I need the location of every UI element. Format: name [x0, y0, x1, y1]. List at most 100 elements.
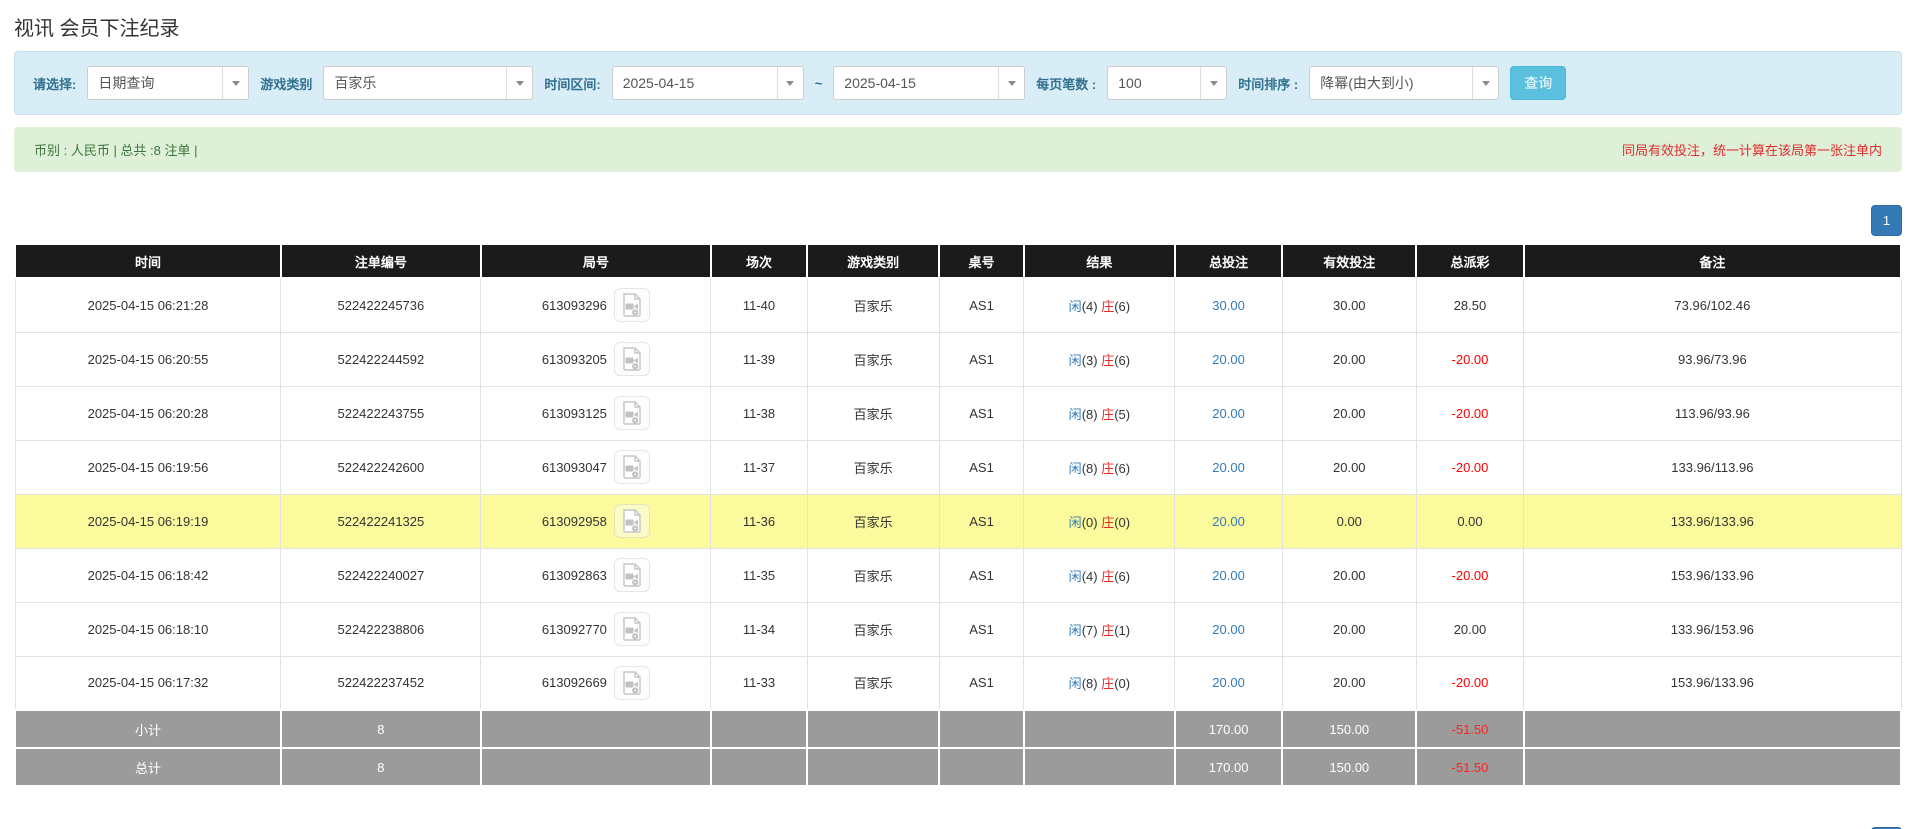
cell-payout: -20.00 [1416, 386, 1524, 440]
cell-table-no: AS1 [939, 656, 1024, 710]
column-header-11: 备注 [1524, 244, 1901, 278]
play-video-button[interactable] [614, 558, 650, 592]
table-row: 2025-04-15 06:21:28522422245736613093296… [15, 278, 1901, 332]
footer-count: 8 [281, 710, 481, 748]
time-sort-select[interactable]: 降幂(由大到小) [1309, 66, 1499, 100]
cell-time: 2025-04-15 06:21:28 [15, 278, 281, 332]
select-type-label: 请选择: [33, 74, 76, 93]
range-separator: ~ [815, 76, 823, 91]
player-score: (8) [1082, 407, 1102, 422]
play-video-button[interactable] [614, 612, 650, 646]
cell-total-bet[interactable]: 30.00 [1175, 278, 1283, 332]
cell-valid-bet: 20.00 [1282, 548, 1416, 602]
cell-total-bet[interactable]: 20.00 [1175, 386, 1283, 440]
cell-game-type: 百家乐 [807, 602, 939, 656]
cell-session: 11-38 [711, 386, 807, 440]
player-label: 闲 [1069, 569, 1082, 584]
banker-score: (6) [1114, 461, 1130, 476]
cell-table-no: AS1 [939, 386, 1024, 440]
pagination-top: 1 [14, 205, 1902, 236]
time-range-label: 时间区间: [544, 74, 600, 93]
cell-game-type: 百家乐 [807, 386, 939, 440]
player-score: (4) [1082, 299, 1102, 314]
date-to-input[interactable]: 2025-04-15 [833, 66, 1025, 100]
footer-payout: -51.50 [1416, 710, 1524, 748]
cell-result: 闲(8) 庄(0) [1024, 656, 1175, 710]
search-button[interactable]: 查询 [1510, 66, 1566, 100]
video-icon [622, 671, 642, 695]
play-video-button[interactable] [614, 666, 650, 700]
player-label: 闲 [1069, 299, 1082, 314]
play-video-button[interactable] [614, 396, 650, 430]
banker-score: (6) [1114, 299, 1130, 314]
cell-session: 11-39 [711, 332, 807, 386]
table-row: 2025-04-15 06:20:28522422243755613093125… [15, 386, 1901, 440]
summary-bar: 币别 : 人民币 | 总共 :8 注单 | 同局有效投注，统一计算在该局第一张注… [14, 127, 1902, 172]
play-video-button[interactable] [614, 342, 650, 376]
play-video-button[interactable] [614, 450, 650, 484]
cell-round-id: 613092863 [481, 548, 711, 602]
footer-label: 总计 [15, 748, 281, 786]
footer-empty-session [711, 748, 807, 786]
column-header-6: 桌号 [939, 244, 1024, 278]
banker-score: (5) [1114, 407, 1130, 422]
cell-total-bet[interactable]: 20.00 [1175, 548, 1283, 602]
footer-total-bet: 170.00 [1175, 710, 1283, 748]
cell-bet-id: 522422245736 [281, 278, 481, 332]
cell-total-bet[interactable]: 20.00 [1175, 602, 1283, 656]
cell-total-bet[interactable]: 20.00 [1175, 494, 1283, 548]
cell-total-bet[interactable]: 20.00 [1175, 332, 1283, 386]
query-type-value: 日期查询 [88, 67, 222, 99]
cell-session: 11-33 [711, 656, 807, 710]
cell-result: 闲(4) 庄(6) [1024, 548, 1175, 602]
video-icon [622, 617, 642, 641]
cell-payout: -20.00 [1416, 440, 1524, 494]
banker-score: (0) [1114, 515, 1130, 530]
cell-result: 闲(7) 庄(1) [1024, 602, 1175, 656]
column-header-1: 时间 [15, 244, 281, 278]
cell-bet-id: 522422238806 [281, 602, 481, 656]
footer-label: 小计 [15, 710, 281, 748]
cell-payout: 20.00 [1416, 602, 1524, 656]
date-from-input[interactable]: 2025-04-15 [612, 66, 804, 100]
cell-session: 11-37 [711, 440, 807, 494]
cell-result: 闲(0) 庄(0) [1024, 494, 1175, 548]
query-type-select[interactable]: 日期查询 [87, 66, 249, 100]
player-score: (8) [1082, 676, 1102, 691]
play-video-button[interactable] [614, 288, 650, 322]
cell-total-bet[interactable]: 20.00 [1175, 656, 1283, 710]
cell-total-bet[interactable]: 20.00 [1175, 440, 1283, 494]
cell-time: 2025-04-15 06:19:19 [15, 494, 281, 548]
column-header-7: 结果 [1024, 244, 1175, 278]
cell-result: 闲(4) 庄(6) [1024, 278, 1175, 332]
page-size-value: 100 [1108, 67, 1200, 99]
cell-round-id: 613093125 [481, 386, 711, 440]
banker-label: 庄 [1101, 515, 1114, 530]
round-id-text: 613093047 [542, 460, 607, 475]
cell-time: 2025-04-15 06:18:10 [15, 602, 281, 656]
video-icon [622, 401, 642, 425]
cell-bet-id: 522422240027 [281, 548, 481, 602]
table-row: 2025-04-15 06:17:32522422237452613092669… [15, 656, 1901, 710]
cell-game-type: 百家乐 [807, 332, 939, 386]
table-body: 2025-04-15 06:21:28522422245736613093296… [15, 278, 1901, 710]
player-score: (4) [1082, 569, 1102, 584]
page-size-select[interactable]: 100 [1107, 66, 1227, 100]
cell-valid-bet: 20.00 [1282, 602, 1416, 656]
cell-round-id: 613092770 [481, 602, 711, 656]
player-label: 闲 [1069, 676, 1082, 691]
cell-remark: 133.96/133.96 [1524, 494, 1901, 548]
cell-payout: 28.50 [1416, 278, 1524, 332]
cell-table-no: AS1 [939, 602, 1024, 656]
cell-valid-bet: 20.00 [1282, 332, 1416, 386]
player-score: (0) [1082, 515, 1102, 530]
cell-game-type: 百家乐 [807, 494, 939, 548]
page-1-button[interactable]: 1 [1871, 205, 1902, 236]
game-type-select[interactable]: 百家乐 [323, 66, 533, 100]
player-label: 闲 [1069, 623, 1082, 638]
play-video-button[interactable] [614, 504, 650, 538]
cell-remark: 73.96/102.46 [1524, 278, 1901, 332]
page-title: 视讯 会员下注纪录 [14, 12, 1902, 41]
cell-remark: 133.96/153.96 [1524, 602, 1901, 656]
chevron-down-icon [1200, 67, 1226, 99]
